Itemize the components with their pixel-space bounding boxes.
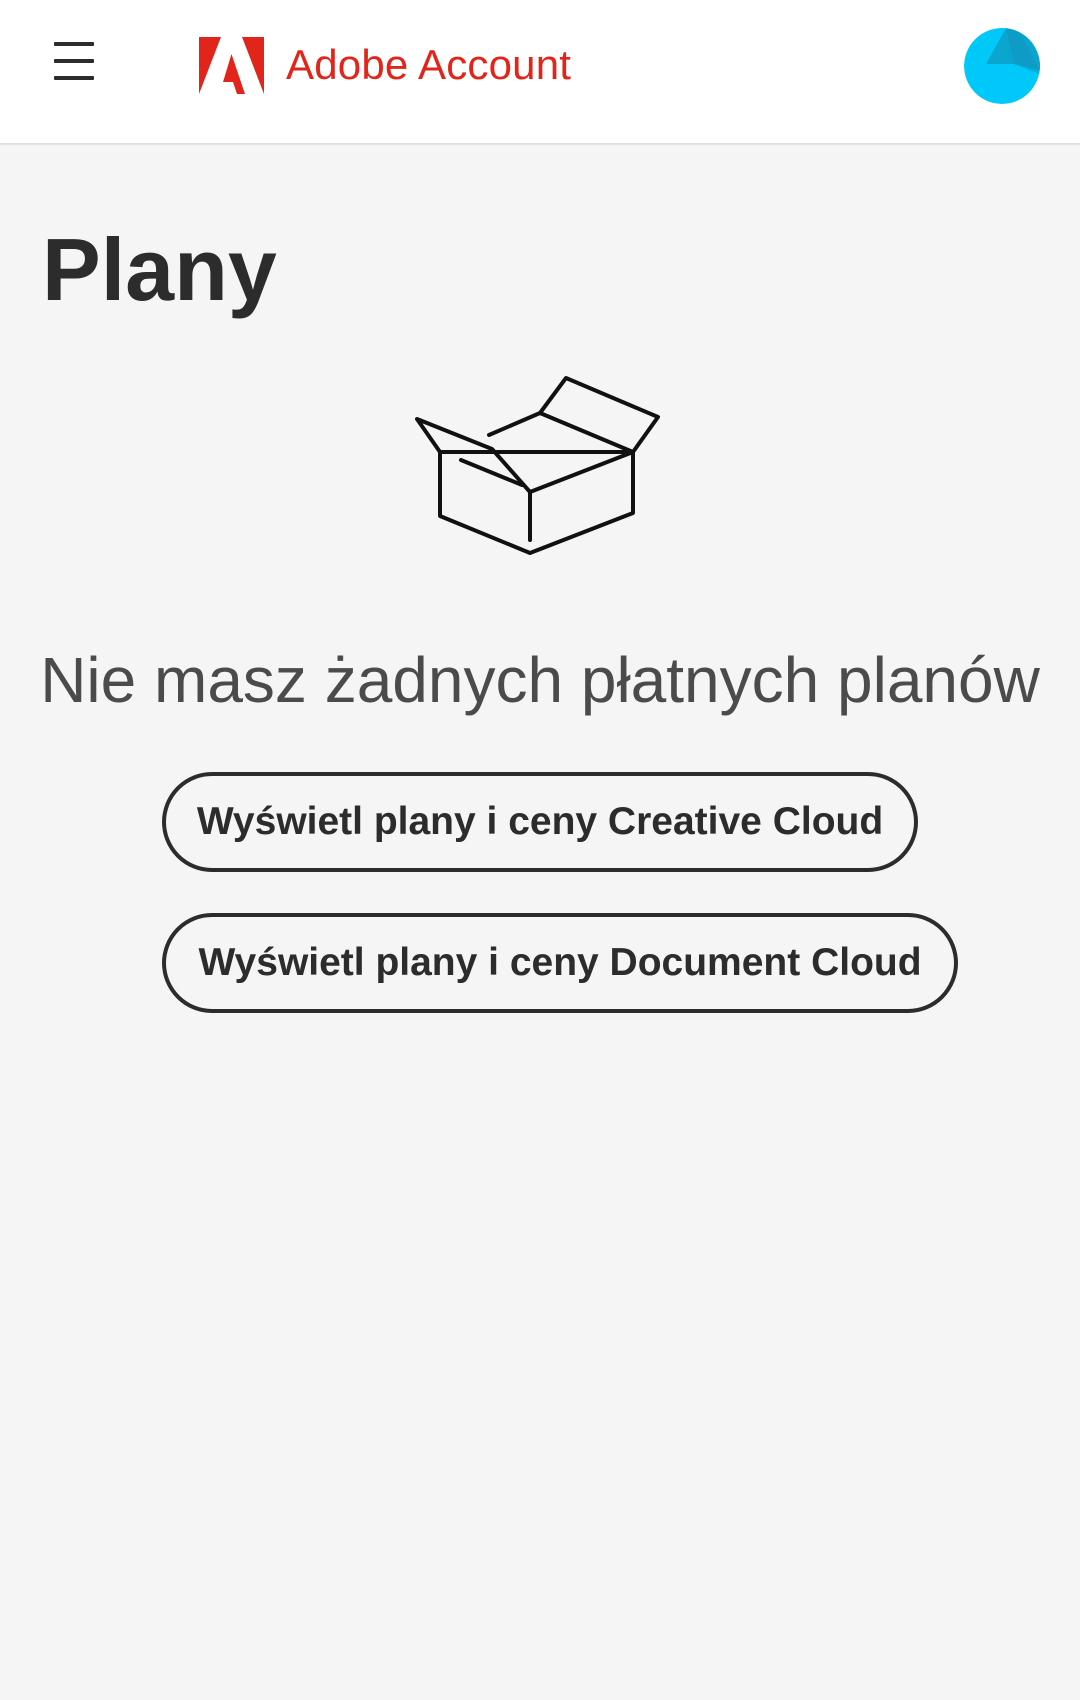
hamburger-menu-icon[interactable] — [54, 42, 94, 80]
page-title: Plany — [42, 220, 277, 319]
view-document-cloud-plans-button[interactable]: Wyświetl plany i ceny Document Cloud — [162, 913, 958, 1013]
avatar-icon — [964, 28, 1040, 104]
adobe-logo-icon — [199, 36, 264, 94]
empty-state-message: Nie masz żadnych płatnych planów — [40, 644, 1040, 716]
menu-line — [54, 59, 94, 63]
empty-box-icon — [415, 376, 660, 555]
brand-name: Adobe Account — [286, 41, 572, 88]
user-avatar[interactable] — [964, 28, 1040, 104]
brand[interactable]: Adobe Account — [199, 36, 571, 94]
menu-line — [54, 42, 94, 46]
app-header: Adobe Account — [0, 0, 1080, 145]
menu-line — [54, 76, 94, 80]
view-creative-cloud-plans-button[interactable]: Wyświetl plany i ceny Creative Cloud — [162, 772, 918, 872]
